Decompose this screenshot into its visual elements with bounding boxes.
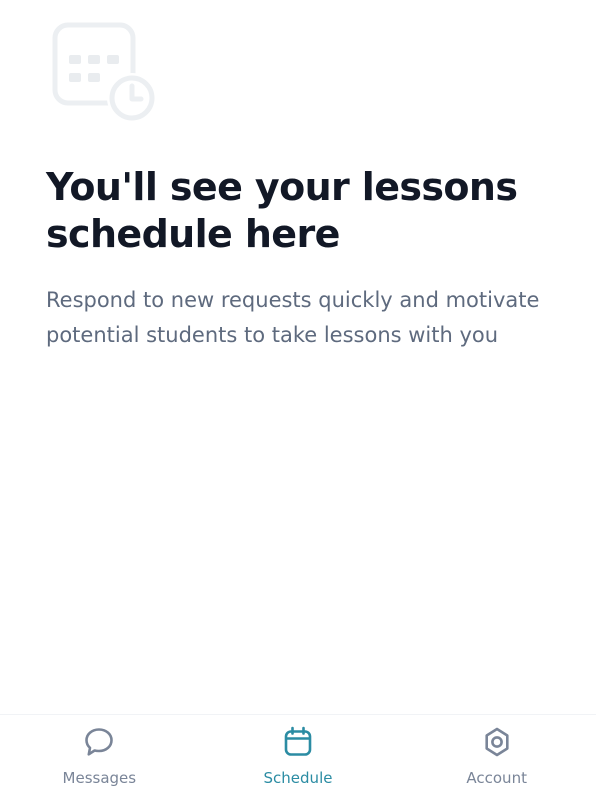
tab-label: Schedule <box>263 769 333 787</box>
chat-bubble-icon <box>82 725 116 759</box>
empty-state-title: You'll see your lessons schedule here <box>46 165 518 256</box>
tab-label: Messages <box>62 769 137 787</box>
bottom-tab-bar: Messages Schedule Account <box>0 714 596 800</box>
tab-schedule[interactable]: Schedule <box>199 715 398 800</box>
gear-icon <box>480 725 514 759</box>
tab-account[interactable]: Account <box>397 715 596 800</box>
tab-messages[interactable]: Messages <box>0 715 199 800</box>
tab-label: Account <box>466 769 527 787</box>
calendar-clock-icon <box>52 22 158 126</box>
schedule-screen: You'll see your lessons schedule here Re… <box>0 0 596 800</box>
empty-state-description: Respond to new requests quickly and moti… <box>46 288 540 347</box>
calendar-icon <box>281 725 315 759</box>
